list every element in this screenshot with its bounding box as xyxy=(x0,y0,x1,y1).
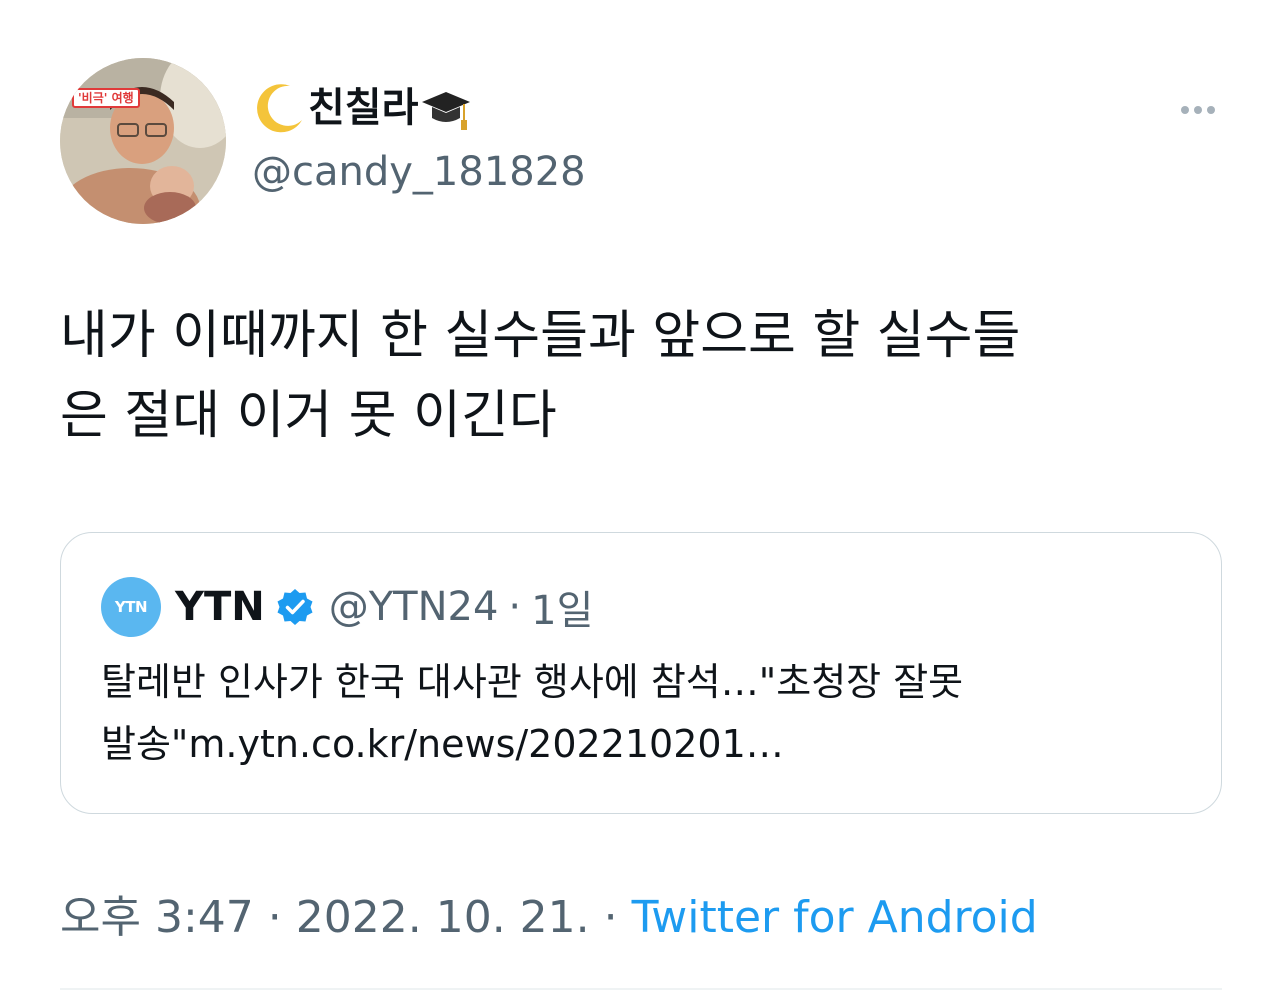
quoted-tweet-card[interactable]: YTN YTN @YTN24 · 1일 탈레반 인사가 한국 대사관 행사에 참… xyxy=(60,532,1222,814)
divider xyxy=(60,988,1222,990)
ytn-avatar[interactable]: YTN xyxy=(101,577,161,637)
quoted-tweet-text: 탈레반 인사가 한국 대사관 행사에 참석…"초청장 잘못 발송"m.ytn.c… xyxy=(101,660,964,766)
more-dot xyxy=(1181,106,1189,114)
avatar-photo xyxy=(60,58,226,224)
tweet-time[interactable]: 오후 3:47 xyxy=(60,888,254,948)
avatar[interactable]: '비극' 여행 xyxy=(60,58,226,224)
tweet-date[interactable]: 2022. 10. 21. xyxy=(296,888,590,948)
ytn-logo-text: YTN xyxy=(114,598,148,616)
username[interactable]: @candy_181828 xyxy=(252,144,586,200)
quoted-author-handle[interactable]: @YTN24 xyxy=(329,584,499,630)
more-dot xyxy=(1194,106,1202,114)
display-name: 친칠라 xyxy=(308,85,419,131)
meta-separator: · xyxy=(267,892,282,943)
quoted-separator: · xyxy=(508,584,522,630)
tweet-source-link[interactable]: Twitter for Android xyxy=(632,888,1038,948)
quoted-author-name[interactable]: YTN xyxy=(175,584,265,630)
graduation-cap-icon xyxy=(418,80,474,136)
more-options-icon[interactable] xyxy=(1170,90,1226,130)
display-name-row[interactable]: 친칠라 xyxy=(252,80,586,136)
meta-separator: · xyxy=(603,892,618,943)
author-info: 친칠라 @candy_181828 xyxy=(252,80,586,200)
quoted-time[interactable]: 1일 xyxy=(531,578,593,636)
verified-badge-icon xyxy=(275,587,315,627)
tweet-meta: 오후 3:47 · 2022. 10. 21. · Twitter for An… xyxy=(60,888,1038,948)
more-dot xyxy=(1207,106,1215,114)
avatar-caption: '비극' 여행 xyxy=(72,88,140,108)
tweet-text: 내가 이때까지 한 실수들과 앞으로 할 실수들 은 절대 이거 못 이긴다 xyxy=(60,306,1021,446)
crescent-moon-icon xyxy=(252,80,308,136)
quoted-tweet-header: YTN YTN @YTN24 · 1일 xyxy=(101,577,593,637)
tweet-detail: '비극' 여행 친칠라 @candy_181828 내가 이때까지 한 실수들과… xyxy=(0,0,1284,993)
